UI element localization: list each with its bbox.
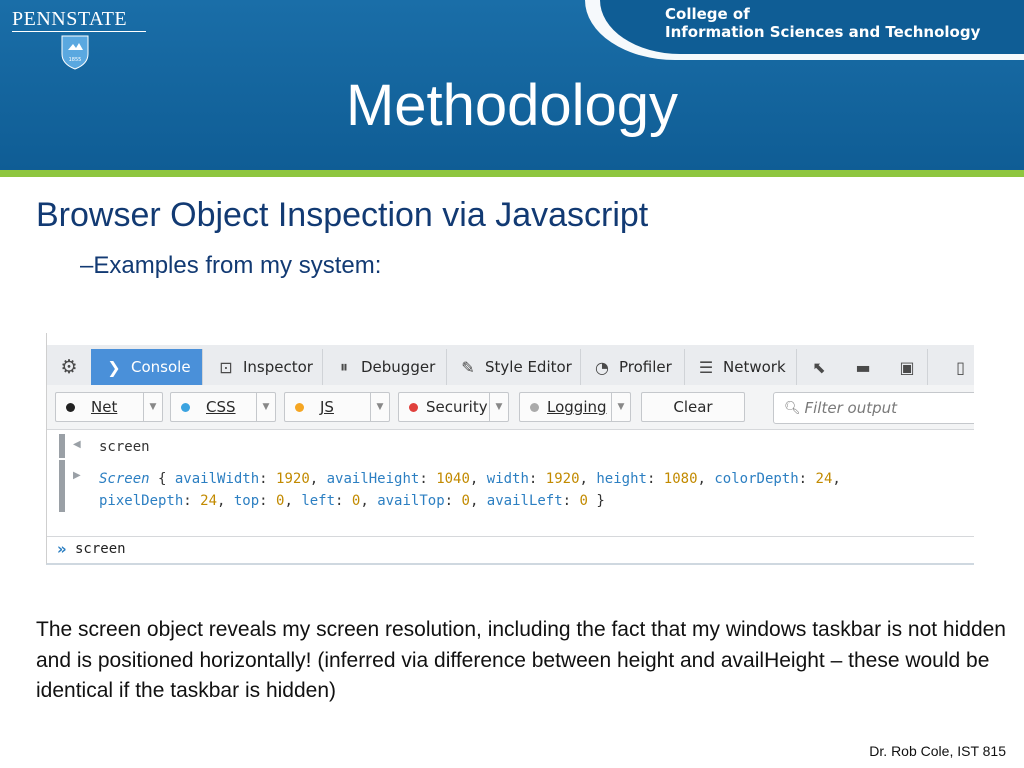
tab-debugger[interactable]: ⏸ Debugger [323,349,447,385]
result-object: Screen [99,471,150,487]
tab-profiler[interactable]: ◔ Profiler [581,349,685,385]
filter-placeholder: Filter output [804,399,897,417]
split-console-button[interactable]: ▬ [843,349,883,385]
college-line-2: Information Sciences and Technology [665,23,981,41]
filter-output-input[interactable]: 🔍︎ Filter output [773,392,974,424]
shield-year: 1855 [69,57,82,63]
filter-label: Security [426,398,488,416]
output-marker [59,460,65,512]
filter-label: Net [91,398,118,416]
expand-arrow-icon[interactable]: ▶ [73,470,81,481]
search-icon: 🔍︎ [784,400,801,416]
input-marker [59,434,65,458]
pick-element-button[interactable]: ⬉ [799,349,839,385]
tab-console[interactable]: ❯ Console [91,349,203,385]
net-dot-icon [66,402,75,412]
console-result[interactable]: Screen { availWidth: 1920, availHeight: … [99,468,841,512]
profiler-icon: ◔ [595,357,609,377]
tab-label: Console [131,358,191,376]
chevron-down-icon[interactable]: ▼ [370,393,389,421]
input-arrow-icon: ◀ [73,439,81,450]
console-filterbar: Net ▼ CSS ▼ JS ▼ Security ▼ Logging ▼ Cl… [47,385,974,430]
dock-icon: ▯ [956,357,965,377]
filter-label: CSS [206,398,236,416]
responsive-mode-button[interactable]: ▣ [887,349,928,385]
tab-inspector[interactable]: ⊡ Inspector [203,349,323,385]
debugger-icon: ⏸ [339,357,348,376]
filter-css[interactable]: CSS ▼ [170,392,276,422]
chevron-down-icon[interactable]: ▼ [256,393,275,421]
chevron-down-icon[interactable]: ▼ [143,393,162,421]
console-output: ◀ screen ▶ Screen { availWidth: 1920, av… [47,430,974,530]
split-console-icon: ▬ [855,357,871,377]
pennstate-shield-icon: 1855 [61,35,89,70]
header-banner: PENNSTATE 1855 College of Information Sc… [0,0,1024,170]
css-dot-icon [181,402,190,412]
chevron-down-icon[interactable]: ▼ [611,393,630,421]
prompt-chevron-icon: » [57,540,67,558]
tab-style-editor[interactable]: ✎ Style Editor [447,349,581,385]
clear-button[interactable]: Clear [641,392,745,422]
tab-label: Inspector [243,358,313,376]
filter-security[interactable]: Security ▼ [398,392,509,422]
college-line-1: College of [665,5,750,23]
slide-title: Methodology [345,73,679,138]
body-paragraph: The screen object reveals my screen reso… [36,618,1006,702]
filter-label: JS [320,398,334,416]
tab-label: Debugger [361,358,436,376]
section-subheading: –Examples from my system: [80,252,382,279]
section-heading: Browser Object Inspection via Javascript [36,196,649,234]
pick-element-icon: ⬉ [812,357,826,377]
tab-label: Style Editor [485,358,572,376]
style-editor-icon: ✎ [461,357,475,377]
js-dot-icon [295,402,304,412]
devtools-tabbar: ⚙ ❯ Console ⊡ Inspector ⏸ Debugger ✎ Sty… [47,345,974,386]
tab-label: Profiler [619,358,672,376]
college-name: College of Information Sciences and Tech… [665,5,980,41]
tab-options[interactable]: ⚙ [47,349,92,385]
chevron-down-icon[interactable]: ▼ [489,393,508,421]
console-input-echo: screen [99,439,150,455]
command-input[interactable]: screen [75,541,126,557]
inspector-icon: ⊡ [219,357,233,377]
gear-icon: ⚙ [60,356,78,378]
security-dot-icon [409,402,418,412]
filter-js[interactable]: JS ▼ [284,392,390,422]
network-icon: ☰ [698,357,714,377]
console-command-line[interactable]: » screen [47,536,974,561]
devtools-screenshot: ⚙ ❯ Console ⊡ Inspector ⏸ Debugger ✎ Sty… [46,333,974,565]
filter-label: Logging [547,398,607,416]
logging-dot-icon [530,402,539,412]
footer-credit: Dr. Rob Cole, IST 815 [869,743,1006,759]
console-chevron-icon: ❯ [107,357,121,377]
logo-rule [12,31,146,32]
filter-net[interactable]: Net ▼ [55,392,163,422]
dock-button[interactable]: ▯ [947,349,974,385]
tab-network[interactable]: ☰ Network [685,349,797,385]
pennstate-logo-text: PENNSTATE [12,8,128,30]
responsive-icon: ▣ [899,357,915,377]
tab-label: Network [723,358,786,376]
filter-logging[interactable]: Logging ▼ [519,392,631,422]
accent-divider [0,170,1024,177]
